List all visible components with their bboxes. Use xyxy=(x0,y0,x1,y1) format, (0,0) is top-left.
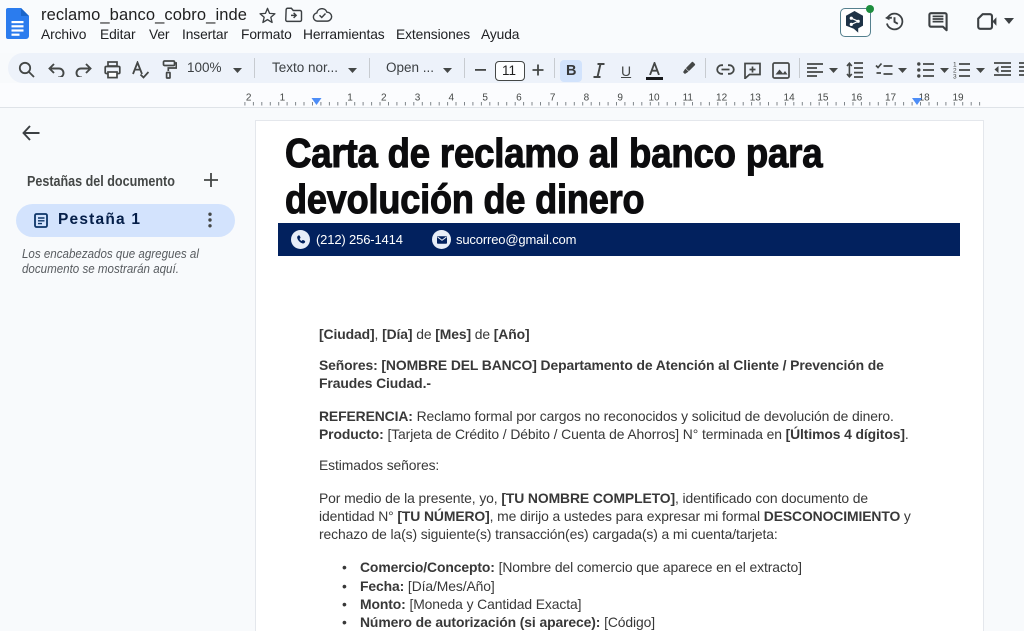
svg-text:10: 10 xyxy=(648,93,660,104)
svg-text:17: 17 xyxy=(885,93,897,104)
svg-text:2: 2 xyxy=(246,93,252,104)
svg-text:9: 9 xyxy=(617,93,623,104)
svg-text:4: 4 xyxy=(449,93,455,104)
svg-text:1: 1 xyxy=(280,93,286,104)
svg-text:5: 5 xyxy=(482,93,488,104)
svg-text:7: 7 xyxy=(550,93,556,104)
svg-text:3: 3 xyxy=(953,74,957,80)
svg-text:16: 16 xyxy=(851,93,863,104)
svg-text:13: 13 xyxy=(750,93,762,104)
svg-text:2: 2 xyxy=(381,93,387,104)
svg-text:6: 6 xyxy=(516,93,522,104)
svg-text:8: 8 xyxy=(584,93,590,104)
svg-text:14: 14 xyxy=(784,93,796,104)
svg-text:19: 19 xyxy=(952,93,964,104)
svg-text:1: 1 xyxy=(347,93,353,104)
svg-text:15: 15 xyxy=(817,93,829,104)
svg-text:12: 12 xyxy=(716,93,728,104)
svg-text:3: 3 xyxy=(415,93,421,104)
svg-text:11: 11 xyxy=(683,93,694,104)
